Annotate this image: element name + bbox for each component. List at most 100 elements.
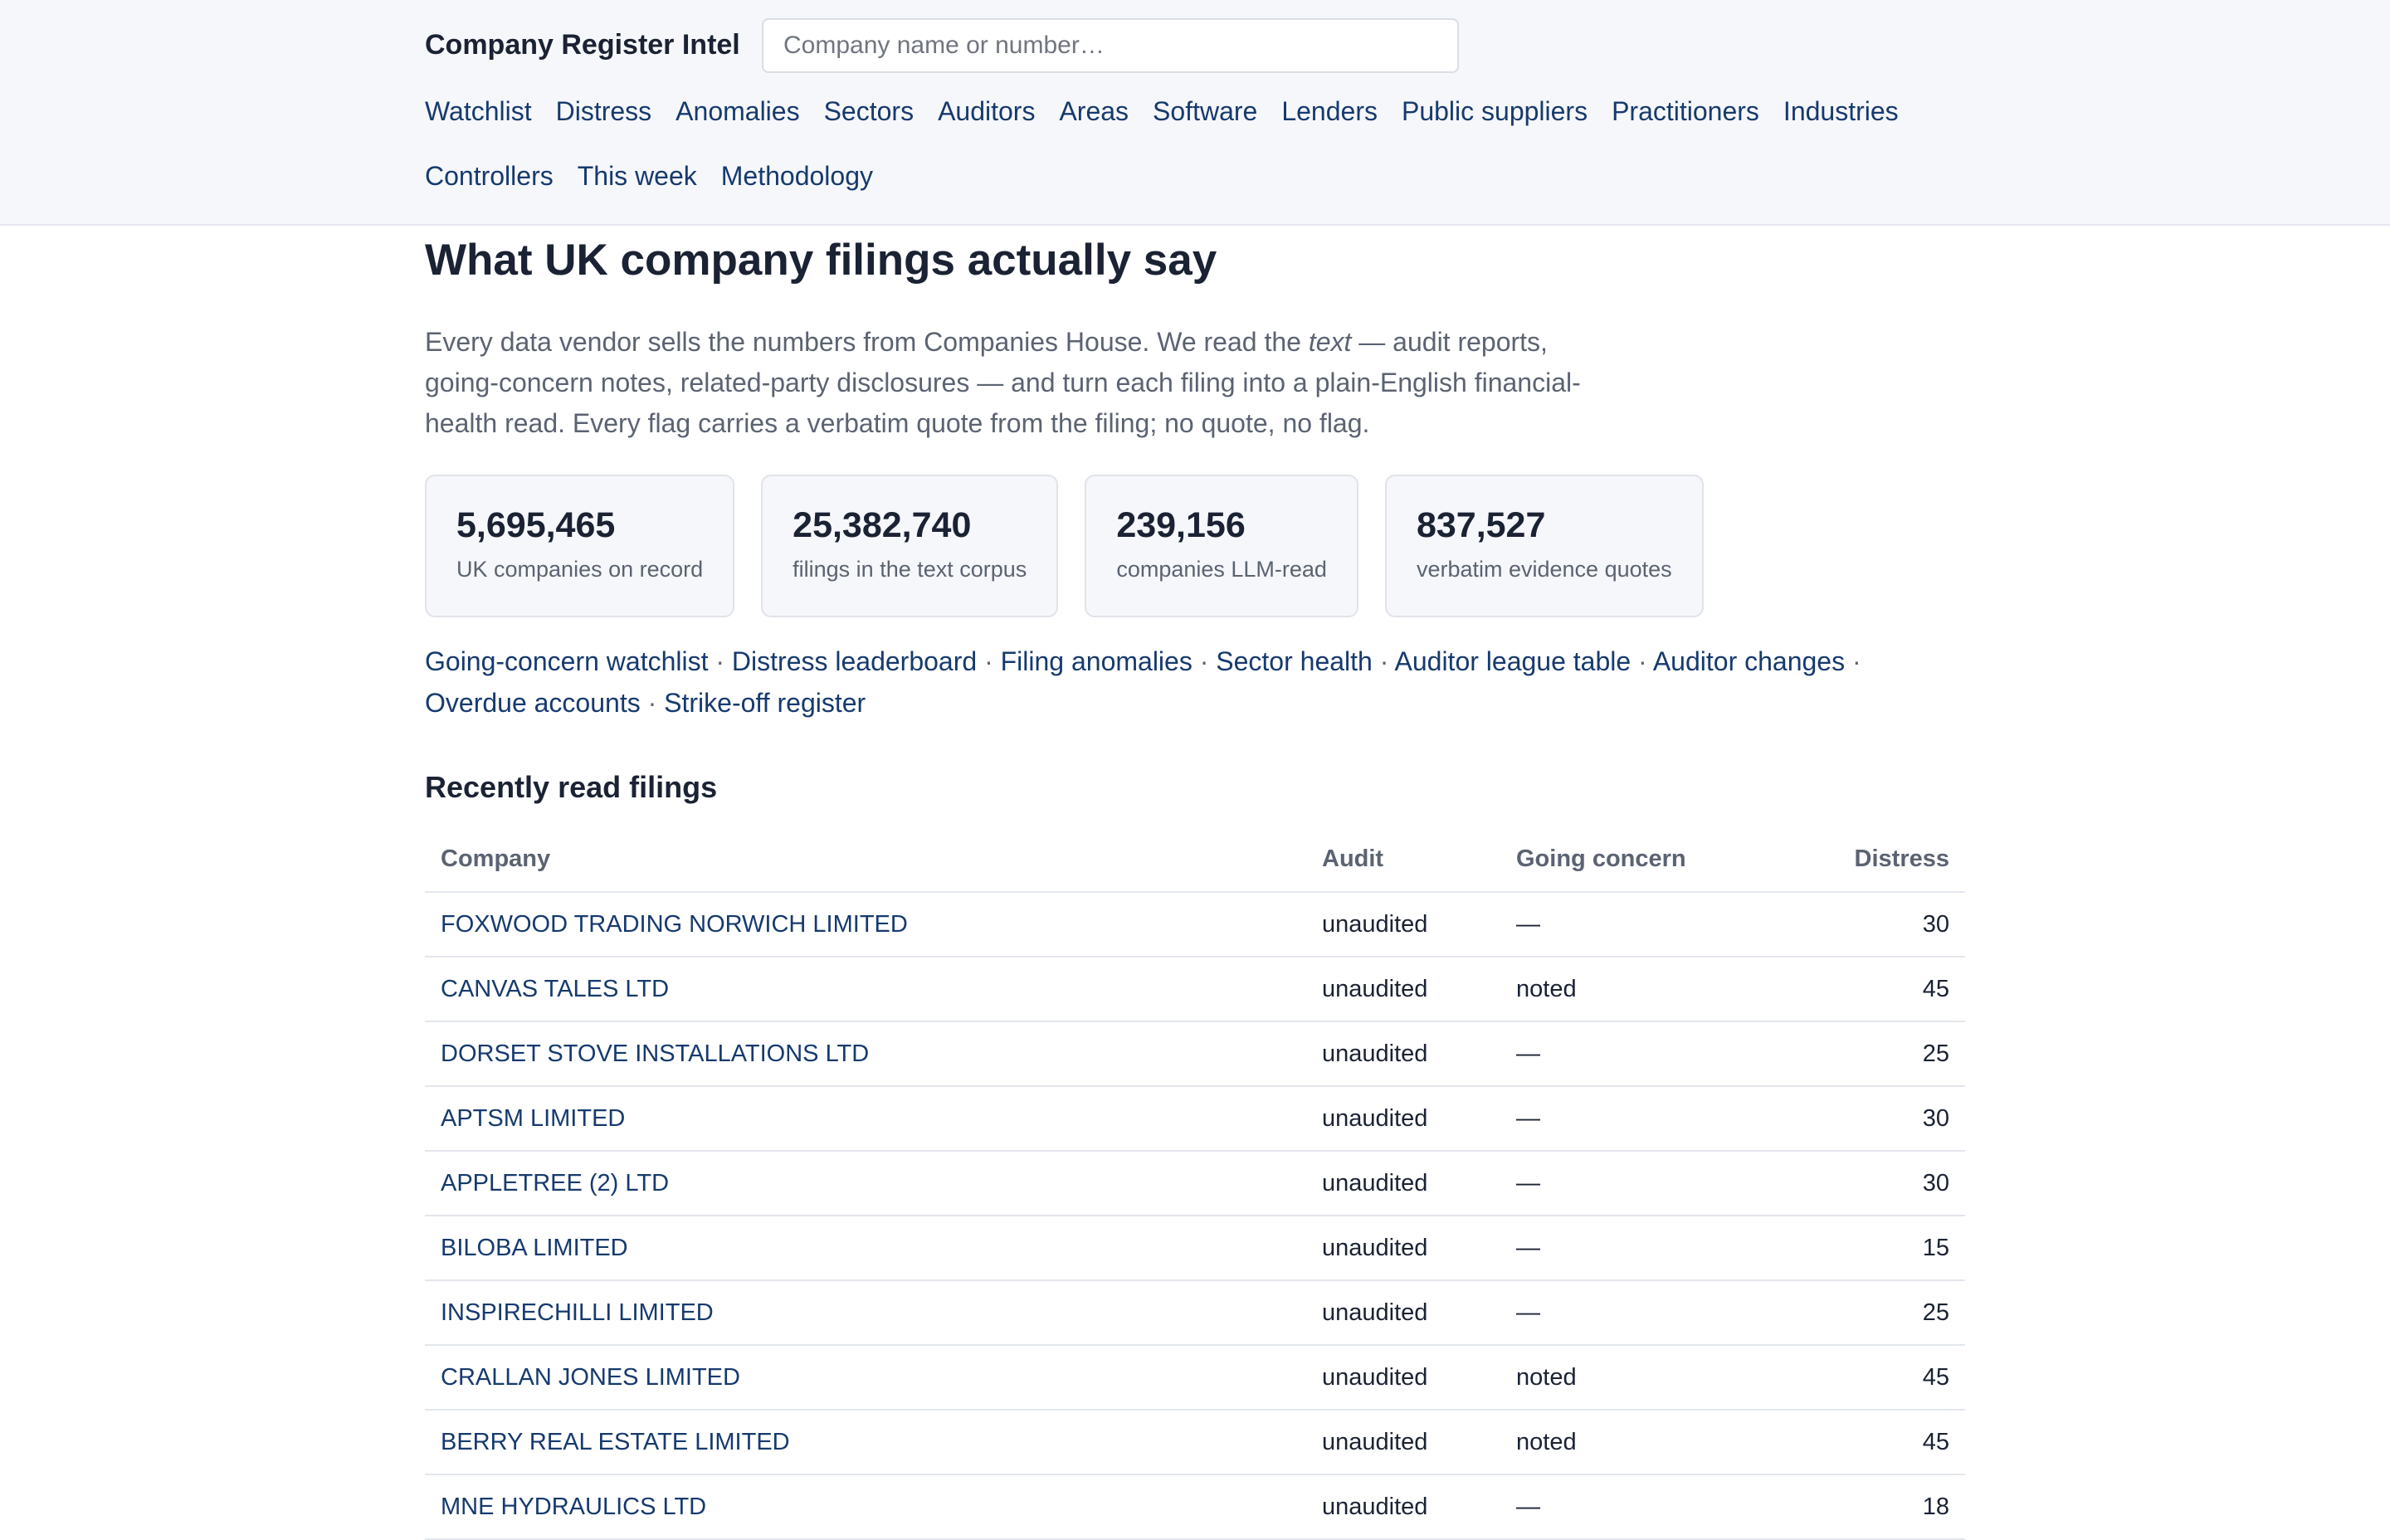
company-link[interactable]: FOXWOOD TRADING NORWICH LIMITED (441, 911, 908, 938)
going-concern-cell: noted (1500, 1345, 1724, 1411)
quick-link-overdue-accounts[interactable]: Overdue accounts (425, 688, 641, 718)
column-header-going-concern: Going concern (1500, 826, 1724, 893)
distress-score-cell: 25 (1724, 1280, 1965, 1346)
brand-logo[interactable]: Company Register Intel (425, 28, 740, 61)
nav-link-areas[interactable]: Areas (1059, 96, 1129, 126)
link-separator: · (1192, 646, 1217, 676)
nav-link-practitioners[interactable]: Practitioners (1612, 96, 1759, 126)
nav-link-public-suppliers[interactable]: Public suppliers (1402, 96, 1588, 126)
quick-link-distress-leaderboard[interactable]: Distress leaderboard (732, 646, 977, 676)
audit-cell: unaudited (1306, 1280, 1500, 1346)
going-concern-cell: — (1500, 1474, 1724, 1540)
audit-cell: unaudited (1306, 1216, 1500, 1281)
company-link[interactable]: BILOBA LIMITED (441, 1235, 628, 1261)
stat-label: UK companies on record (456, 557, 704, 582)
company-cell: BILOBA LIMITED (425, 1216, 1306, 1281)
intro-emphasis: text (1308, 327, 1352, 357)
distress-score-cell: 45 (1724, 1410, 1965, 1475)
page-title: What UK company filings actually say (425, 236, 1217, 285)
search-input[interactable] (762, 18, 1459, 73)
going-concern-cell: — (1500, 1216, 1724, 1281)
company-link[interactable]: BERRY REAL ESTATE LIMITED (441, 1429, 790, 1455)
going-concern-cell: — (1500, 892, 1724, 958)
distress-score-cell: 30 (1724, 1151, 1965, 1216)
nav-link-watchlist[interactable]: Watchlist (425, 96, 532, 126)
stats-row: 5,695,465 UK companies on record 25,382,… (425, 475, 1704, 617)
stat-label: filings in the text corpus (793, 557, 1027, 582)
table-row: FOXWOOD TRADING NORWICH LIMITED unaudited… (425, 892, 1965, 958)
audit-cell: unaudited (1306, 1151, 1500, 1216)
table-row: DORSET STOVE INSTALLATIONS LTD unaudited —… (425, 1021, 1965, 1087)
audit-cell: unaudited (1306, 1086, 1500, 1152)
intro-paragraph: Every data vendor sells the numbers from… (425, 322, 1595, 444)
audit-cell: unaudited (1306, 1410, 1500, 1475)
audit-cell: unaudited (1306, 957, 1500, 1022)
link-separator: · (1631, 646, 1653, 676)
company-link[interactable]: MNE HYDRAULICS LTD (441, 1494, 706, 1520)
stat-card-llm-read: 239,156 companies LLM-read (1085, 475, 1358, 617)
nav-link-software[interactable]: Software (1153, 96, 1257, 126)
distress-score-cell: 30 (1724, 892, 1965, 958)
main-nav: Watchlist Distress Anomalies Sectors Auditor… (425, 96, 1968, 191)
quick-links: Going-concern watchlist · Distress leade… (425, 641, 1968, 724)
stat-value: 239,156 (1116, 505, 1246, 545)
company-cell: APTSM LIMITED (425, 1086, 1306, 1152)
company-link[interactable]: APTSM LIMITED (441, 1105, 625, 1132)
company-cell: APPLETREE (2) LTD (425, 1151, 1306, 1216)
nav-link-distress[interactable]: Distress (556, 96, 652, 126)
audit-cell: unaudited (1306, 1021, 1500, 1087)
nav-link-lenders[interactable]: Lenders (1281, 96, 1378, 126)
table-row: BILOBA LIMITED unaudited —15 (425, 1216, 1965, 1281)
table-row: CRALLAN JONES LIMITED unaudited noted 45 (425, 1345, 1965, 1411)
distress-score-cell: 25 (1724, 1021, 1965, 1087)
column-header-audit: Audit (1306, 826, 1500, 893)
distress-score-cell: 18 (1724, 1474, 1965, 1540)
company-link[interactable]: INSPIRECHILLI LIMITED (441, 1299, 714, 1326)
quick-link-sector-health[interactable]: Sector health (1216, 646, 1373, 676)
nav-link-controllers[interactable]: Controllers (425, 161, 554, 191)
distress-score-cell: 45 (1724, 957, 1965, 1022)
nav-link-this-week[interactable]: This week (578, 161, 697, 191)
audit-cell: unaudited (1306, 1345, 1500, 1411)
nav-link-auditors[interactable]: Auditors (938, 96, 1035, 126)
company-cell: BERRY REAL ESTATE LIMITED (425, 1410, 1306, 1475)
nav-link-anomalies[interactable]: Anomalies (676, 96, 799, 126)
stat-label: companies LLM-read (1116, 557, 1327, 582)
table-row: BERRY REAL ESTATE LIMITED unaudited noted 4… (425, 1410, 1965, 1475)
going-concern-cell: noted (1500, 957, 1724, 1022)
company-link[interactable]: DORSET STOVE INSTALLATIONS LTD (441, 1040, 869, 1067)
table-body: FOXWOOD TRADING NORWICH LIMITED unaudited… (425, 892, 1965, 1540)
going-concern-cell: — (1500, 1086, 1724, 1152)
distress-score-cell: 15 (1724, 1216, 1965, 1281)
company-cell: INSPIRECHILLI LIMITED (425, 1280, 1306, 1346)
link-separator: · (708, 646, 732, 676)
table-row: MNE HYDRAULICS LTD unaudited —18 (425, 1474, 1965, 1540)
distress-score-cell: 45 (1724, 1345, 1965, 1411)
stat-card-companies: 5,695,465 UK companies on record (425, 475, 735, 617)
nav-link-methodology[interactable]: Methodology (721, 161, 873, 191)
recent-filings-table: Company Audit Going concern Distress FOX… (425, 826, 1965, 1540)
table-header-row: Company Audit Going concern Distress (425, 826, 1965, 893)
stat-card-filings: 25,382,740 filings in the text corpus (761, 475, 1059, 617)
going-concern-cell: — (1500, 1151, 1724, 1216)
column-header-distress: Distress (1724, 826, 1965, 893)
stat-value: 25,382,740 (793, 505, 972, 545)
nav-link-industries[interactable]: Industries (1783, 96, 1899, 126)
table-row: INSPIRECHILLI LIMITED unaudited —25 (425, 1280, 1965, 1346)
quick-link-filing-anomalies[interactable]: Filing anomalies (1001, 646, 1193, 676)
company-link[interactable]: CRALLAN JONES LIMITED (441, 1364, 740, 1391)
table-row: APTSM LIMITED unaudited —30 (425, 1086, 1965, 1152)
company-cell: MNE HYDRAULICS LTD (425, 1474, 1306, 1540)
intro-text-start: Every data vendor sells the numbers from… (425, 327, 1309, 357)
audit-cell: unaudited (1306, 1474, 1500, 1540)
quick-link-strike-off-register[interactable]: Strike-off register (664, 688, 866, 718)
going-concern-cell: — (1500, 1021, 1724, 1087)
company-link[interactable]: CANVAS TALES LTD (441, 976, 669, 1002)
audit-cell: unaudited (1306, 892, 1500, 958)
nav-link-sectors[interactable]: Sectors (824, 96, 914, 126)
company-link[interactable]: APPLETREE (2) LTD (441, 1170, 669, 1196)
link-separator: · (640, 688, 665, 718)
quick-link-going-concern-watchlist[interactable]: Going-concern watchlist (425, 646, 708, 676)
quick-link-auditor-changes[interactable]: Auditor changes (1653, 646, 1845, 676)
quick-link-auditor-league-table[interactable]: Auditor league table (1395, 646, 1632, 676)
